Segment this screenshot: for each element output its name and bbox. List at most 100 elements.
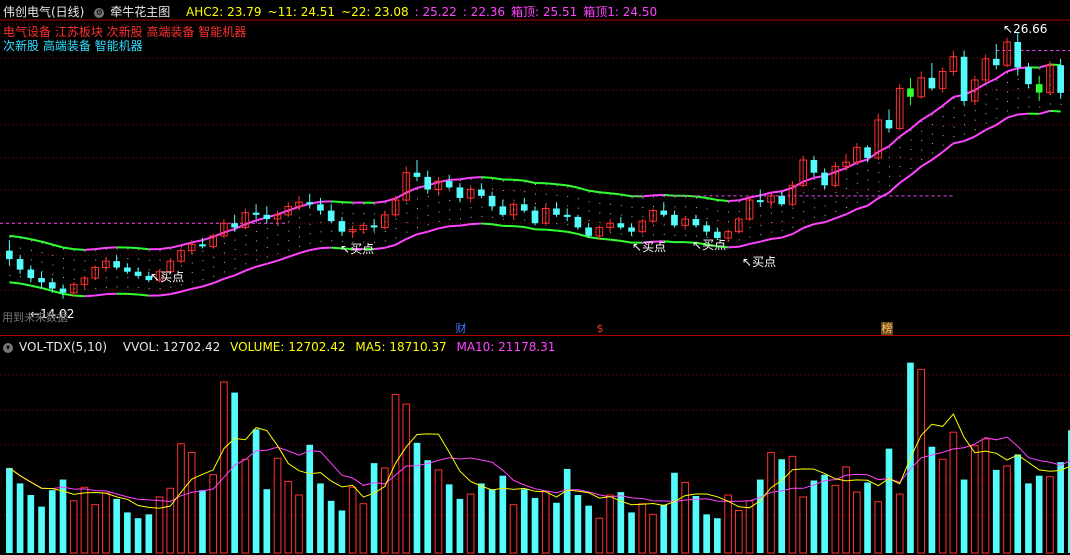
band-dot (610, 203, 612, 205)
band-dot (331, 240, 333, 242)
band-dot (910, 130, 912, 132)
upper-band-line (556, 183, 568, 187)
band-dot (824, 205, 826, 207)
band-dot (374, 232, 376, 234)
volume-bar (756, 479, 764, 553)
indicator-toggle[interactable]: ⚙ 牵牛花主图 (94, 5, 180, 19)
band-dot (588, 220, 590, 222)
volume-bar (1025, 483, 1032, 553)
candle-body (338, 221, 346, 232)
lower-band-line (599, 237, 611, 241)
upper-band-line (449, 178, 460, 181)
ahc-value: ~22: 23.08 (341, 5, 409, 19)
band-dot (84, 260, 86, 262)
band-dot (899, 147, 901, 149)
upper-band-line (405, 187, 418, 194)
volume-header: ▾ VOL-TDX(5,10) VVOL: 12702.42 VOLUME: 12… (3, 340, 561, 354)
band-dot (406, 231, 408, 233)
upper-band-line (287, 205, 300, 212)
candle-body (306, 202, 314, 205)
band-dot (846, 197, 848, 199)
band-dot (299, 236, 300, 238)
band-dot (717, 210, 719, 212)
band-dot (1049, 103, 1051, 105)
band-dot (320, 231, 322, 233)
band-dot (148, 259, 150, 261)
stock-title[interactable]: 伟创电气(日线) (3, 5, 84, 19)
candle-body (48, 282, 56, 289)
volume-bar (252, 429, 260, 553)
band-dot (674, 206, 676, 208)
band-dot (556, 194, 558, 196)
volume-bar (949, 431, 958, 554)
lower-band-line (449, 224, 460, 228)
volume-bar (692, 495, 700, 553)
event-marker-finance[interactable]: 财 (455, 322, 467, 335)
lower-band-line (438, 225, 450, 230)
candle-body (456, 187, 464, 198)
upper-band-line (577, 186, 589, 192)
band-dot (223, 242, 225, 244)
band-dot (202, 260, 204, 262)
volume-bar (177, 443, 185, 554)
band-dot (771, 222, 772, 224)
candle-body (327, 210, 335, 222)
band-dot (760, 224, 762, 226)
candlestick-series (6, 32, 1064, 299)
band-dot (985, 94, 987, 96)
band-dot (105, 248, 107, 250)
volume-bar (413, 442, 421, 553)
band-dot (910, 139, 912, 141)
upper-band-line (395, 191, 407, 200)
lower-band-line (309, 247, 321, 252)
lower-band-line (835, 213, 847, 220)
band-dot (459, 218, 461, 220)
lower-band-line (524, 226, 536, 231)
gear-icon[interactable]: ⚙ (94, 7, 105, 18)
volume-bar (788, 455, 797, 554)
band-dot (620, 214, 622, 216)
volume-bar (456, 498, 464, 553)
band-dot (674, 234, 676, 236)
candle-body (885, 119, 893, 129)
candle-body (424, 176, 432, 190)
band-dot (524, 219, 526, 221)
volume-bar (338, 510, 346, 553)
event-marker-dollar[interactable]: $ (594, 322, 606, 335)
ahc-values: AHC2: 23.79 ~11: 24.51 ~22: 23.08: 25.22: … (186, 5, 663, 19)
upper-band-line (19, 236, 32, 241)
volume-bar (155, 496, 164, 554)
volume-indicator-name: VOL-TDX(5,10) (19, 340, 108, 354)
candle-body (6, 250, 13, 260)
volume-bar (80, 486, 89, 554)
band-dot (942, 106, 944, 108)
band-dot (1007, 100, 1008, 102)
band-dot (223, 271, 225, 273)
lower-band-line (234, 269, 246, 277)
band-dot (63, 277, 64, 279)
band-dot (867, 198, 869, 200)
band-dot (974, 129, 976, 131)
band-dot (20, 247, 22, 249)
band-dot (223, 261, 225, 263)
event-marker-ranking[interactable]: 榜 (881, 322, 893, 335)
volume-bar (102, 492, 110, 554)
band-dot (846, 188, 848, 190)
volume-bar (327, 500, 335, 553)
buy-signal-label: ↖买点 (340, 242, 375, 256)
volume-bar (778, 459, 786, 553)
band-dot (717, 220, 719, 222)
band-dot (363, 203, 365, 205)
band-dot (449, 218, 451, 220)
band-dot (856, 182, 858, 184)
band-dot (867, 179, 869, 181)
chevron-down-icon[interactable]: ▾ (3, 342, 13, 353)
volume-indicator-toggle[interactable]: ▾ VOL-TDX(5,10) (3, 340, 117, 354)
band-dot (631, 216, 633, 218)
upper-band-line (899, 128, 912, 138)
band-dot (706, 199, 708, 201)
band-dot (996, 89, 998, 91)
upper-band-line (170, 244, 182, 249)
band-dot (331, 202, 333, 204)
band-dot (599, 202, 601, 204)
